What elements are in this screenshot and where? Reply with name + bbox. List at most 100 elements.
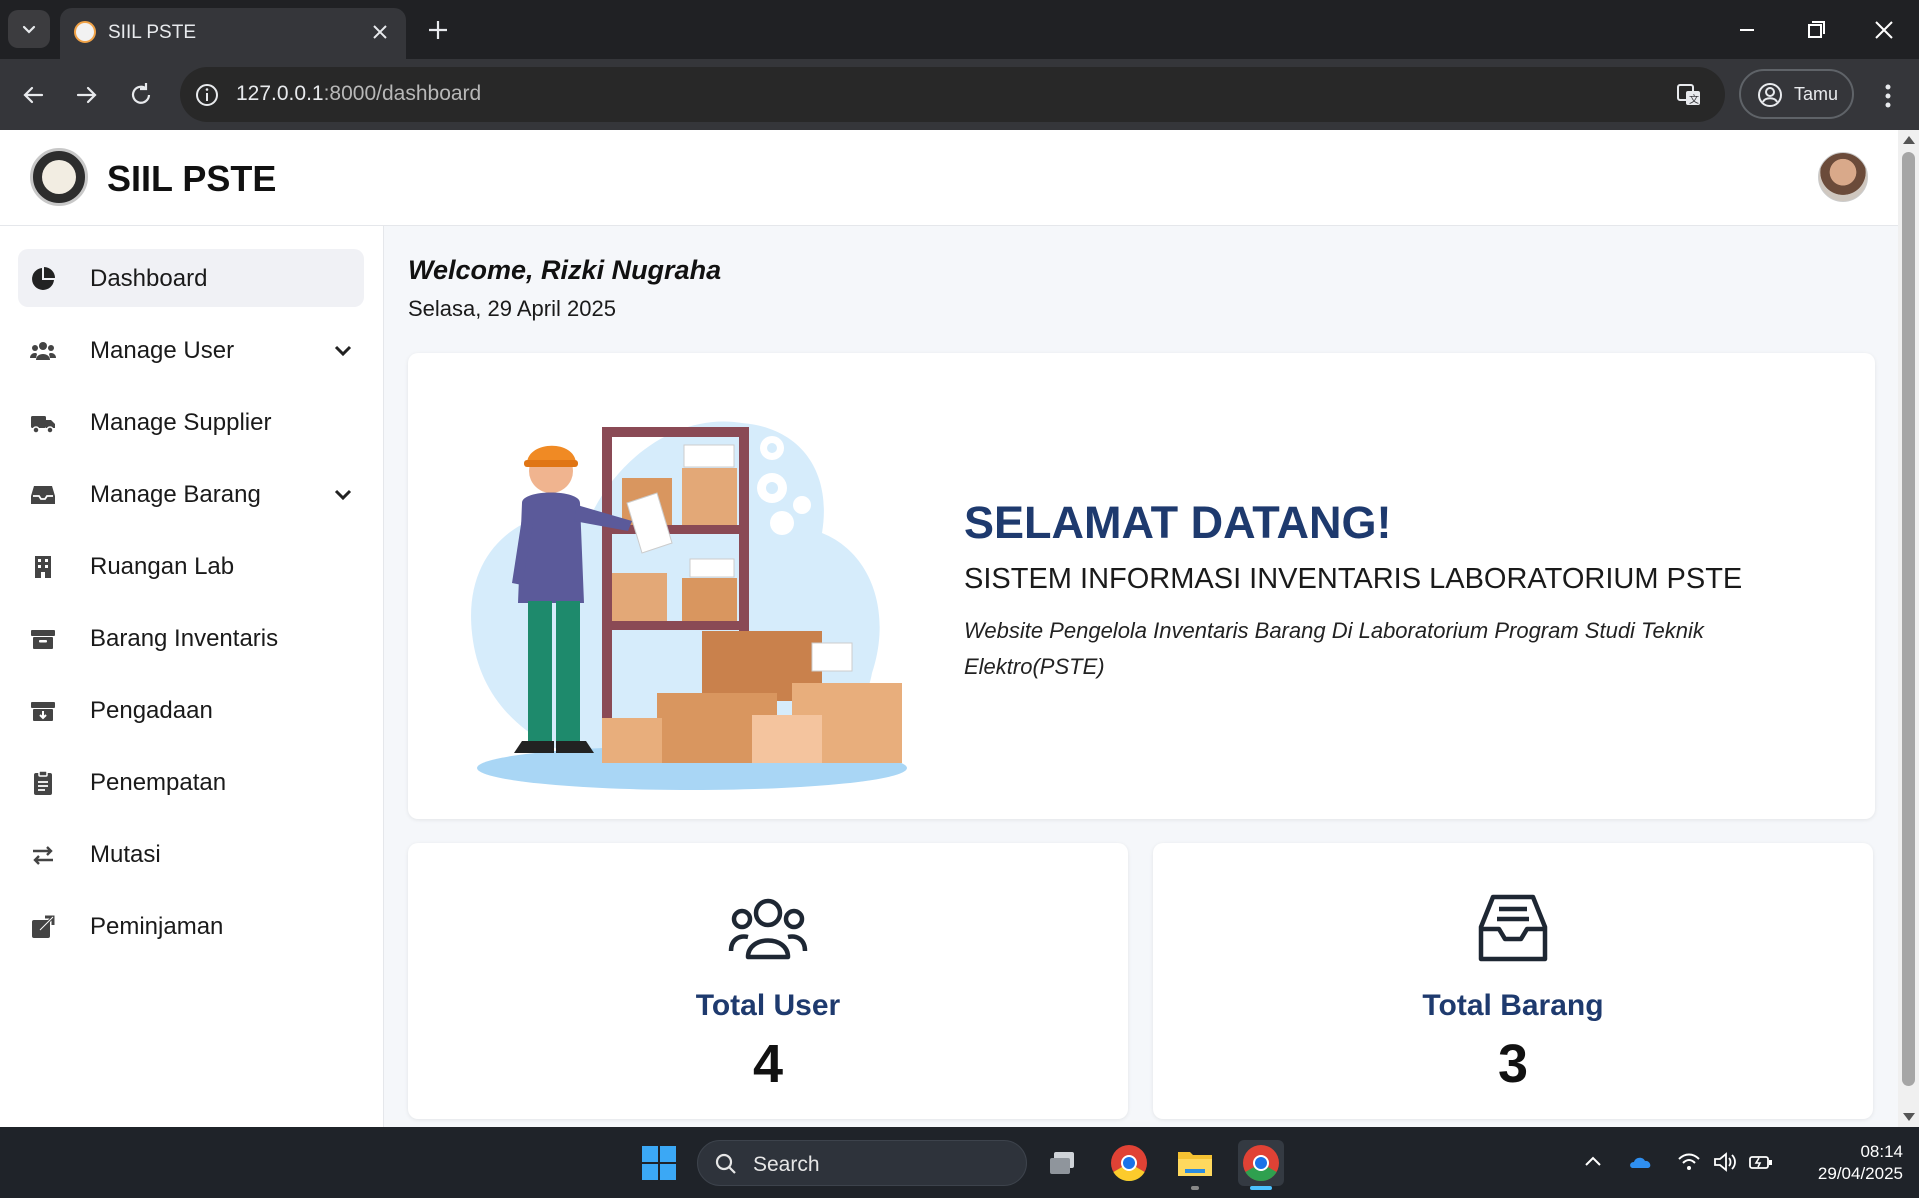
reload-icon[interactable] — [124, 78, 158, 112]
clock-time: 08:14 — [1860, 1142, 1903, 1161]
chrome-taskbar-icon[interactable] — [1106, 1140, 1152, 1186]
sidebar-item-label: Ruangan Lab — [90, 553, 235, 580]
sidebar-item-dashboard[interactable]: Dashboard — [18, 249, 364, 307]
forward-arrow-icon[interactable] — [70, 78, 104, 112]
close-tab-icon[interactable] — [368, 20, 392, 44]
app-logo — [30, 148, 88, 206]
account-circle-icon — [1758, 83, 1782, 107]
chrome-active-taskbar-icon[interactable] — [1238, 1140, 1284, 1190]
hero-title: SELAMAT DATANG! — [964, 497, 1392, 548]
welcome-text: Welcome, Rizki Nugraha — [408, 255, 722, 285]
sidebar: Dashboard Manage User Manage Supplier Ma… — [0, 226, 384, 1127]
favicon-icon — [74, 21, 96, 43]
more-menu-icon[interactable] — [1876, 79, 1900, 113]
app-brand: SIIL PSTE — [107, 158, 277, 199]
os-taskbar: Search 08:14 29/04/2025 — [0, 1127, 1919, 1198]
browser-tabstrip: SIIL PSTE — [0, 0, 1919, 59]
scroll-down-arrow-icon[interactable] — [1903, 1113, 1915, 1121]
sidebar-item-label: Manage Barang — [90, 481, 261, 508]
sidebar-item-pengadaan[interactable]: Pengadaan — [18, 681, 364, 739]
sidebar-item-label: Penempatan — [90, 769, 227, 796]
clipboard-icon — [34, 770, 52, 795]
system-clock[interactable]: 08:14 29/04/2025 — [1795, 1141, 1903, 1185]
file-explorer-icon[interactable] — [1172, 1140, 1218, 1190]
wifi-icon[interactable] — [1676, 1149, 1702, 1175]
tab-title: SIIL PSTE — [108, 22, 196, 43]
sidebar-item-label: Peminjaman — [90, 913, 224, 940]
chevron-down-icon — [22, 25, 36, 34]
new-tab-icon[interactable] — [424, 16, 452, 44]
user-avatar[interactable] — [1818, 152, 1868, 202]
clock-date: 29/04/2025 — [1817, 1164, 1903, 1183]
hero-subtitle: SISTEM INFORMASI INVENTARIS LABORATORIUM… — [964, 563, 1743, 595]
chart-pie-icon — [32, 267, 55, 290]
scroll-up-arrow-icon[interactable] — [1903, 136, 1915, 144]
app-header: SIIL PSTE — [0, 130, 1898, 226]
taskbar-search[interactable]: Search — [697, 1140, 1027, 1186]
sidebar-item-label: Dashboard — [90, 265, 208, 292]
close-window-icon[interactable] — [1868, 14, 1900, 46]
sidebar-item-barang-inventaris[interactable]: Barang Inventaris — [18, 609, 364, 667]
sidebar-item-ruangan-lab[interactable]: Ruangan Lab — [18, 537, 364, 595]
taskbar-search-placeholder: Search — [753, 1153, 820, 1176]
archive-icon — [31, 630, 55, 649]
active-indicator — [1250, 1186, 1272, 1190]
back-arrow-icon[interactable] — [16, 78, 50, 112]
search-icon — [715, 1153, 736, 1174]
profile-label: Tamu — [1794, 84, 1839, 104]
address-bar[interactable]: 127.0.0.1:8000/dashboard 文 — [180, 67, 1725, 122]
building-icon — [35, 556, 51, 578]
stat-label: Total Barang — [1422, 989, 1604, 1022]
warehouse-illustration — [471, 421, 907, 790]
chevron-down-icon — [334, 489, 352, 501]
minimize-icon[interactable] — [1731, 14, 1763, 46]
stat-value: 4 — [752, 1034, 784, 1094]
chevron-down-icon — [334, 345, 352, 357]
stat-value: 3 — [1497, 1034, 1529, 1094]
site-info-icon[interactable] — [194, 82, 220, 108]
running-indicator — [1191, 1186, 1199, 1190]
users-outline-icon — [728, 898, 808, 960]
sidebar-item-peminjaman[interactable]: Peminjaman — [18, 897, 364, 955]
profile-button[interactable]: Tamu — [1739, 69, 1854, 119]
current-date: Selasa, 29 April 2025 — [408, 296, 616, 321]
sidebar-item-label: Manage Supplier — [90, 409, 272, 436]
sidebar-item-label: Barang Inventaris — [90, 625, 279, 652]
url-text: 127.0.0.1:8000/dashboard — [236, 82, 482, 105]
sidebar-item-mutasi[interactable]: Mutasi — [18, 825, 364, 883]
sidebar-item-manage-barang[interactable]: Manage Barang — [18, 465, 364, 523]
sidebar-item-label: Pengadaan — [90, 697, 213, 724]
sidebar-item-label: Manage User — [90, 337, 235, 364]
scrollbar-thumb[interactable] — [1902, 152, 1915, 1086]
browser-tab[interactable]: SIIL PSTE — [60, 8, 406, 59]
battery-icon[interactable] — [1748, 1149, 1774, 1175]
users-icon — [30, 342, 56, 360]
browser-toolbar: 127.0.0.1:8000/dashboard 文 Tamu — [0, 59, 1919, 130]
truck-icon — [31, 416, 55, 434]
task-view-icon[interactable] — [1040, 1140, 1086, 1186]
welcome-banner: SELAMAT DATANG! SISTEM INFORMASI INVENTA… — [408, 353, 1875, 819]
page-viewport: SIIL PSTE Dashboard Manage User Manage S… — [0, 130, 1898, 1127]
windows-start-icon[interactable] — [641, 1145, 677, 1181]
hero-description: Website Pengelola Inventaris Barang Di L… — [964, 618, 1704, 679]
tab-search-button[interactable] — [8, 10, 50, 48]
inbox-icon — [31, 486, 55, 504]
stat-card-total-barang: Total Barang 3 — [1153, 843, 1873, 1119]
external-link-icon — [32, 915, 55, 938]
onedrive-icon[interactable] — [1628, 1149, 1654, 1175]
stat-card-total-user: Total User 4 — [408, 843, 1128, 1119]
page-scrollbar[interactable] — [1898, 130, 1919, 1127]
svg-text:文: 文 — [1689, 93, 1699, 106]
archive-down-icon — [31, 702, 55, 721]
arrows-swap-icon — [33, 846, 53, 865]
sidebar-item-penempatan[interactable]: Penempatan — [18, 753, 364, 811]
stat-label: Total User — [695, 989, 841, 1022]
restore-icon[interactable] — [1800, 14, 1832, 46]
sidebar-item-manage-supplier[interactable]: Manage Supplier — [18, 393, 364, 451]
main-content: Welcome, Rizki Nugraha Selasa, 29 April … — [384, 226, 1898, 1127]
sidebar-item-manage-user[interactable]: Manage User — [18, 321, 364, 379]
inbox-outline-icon — [1478, 894, 1548, 962]
chevron-up-icon[interactable] — [1580, 1149, 1606, 1175]
volume-icon[interactable] — [1712, 1149, 1738, 1175]
translate-icon[interactable]: 文 — [1675, 81, 1703, 109]
